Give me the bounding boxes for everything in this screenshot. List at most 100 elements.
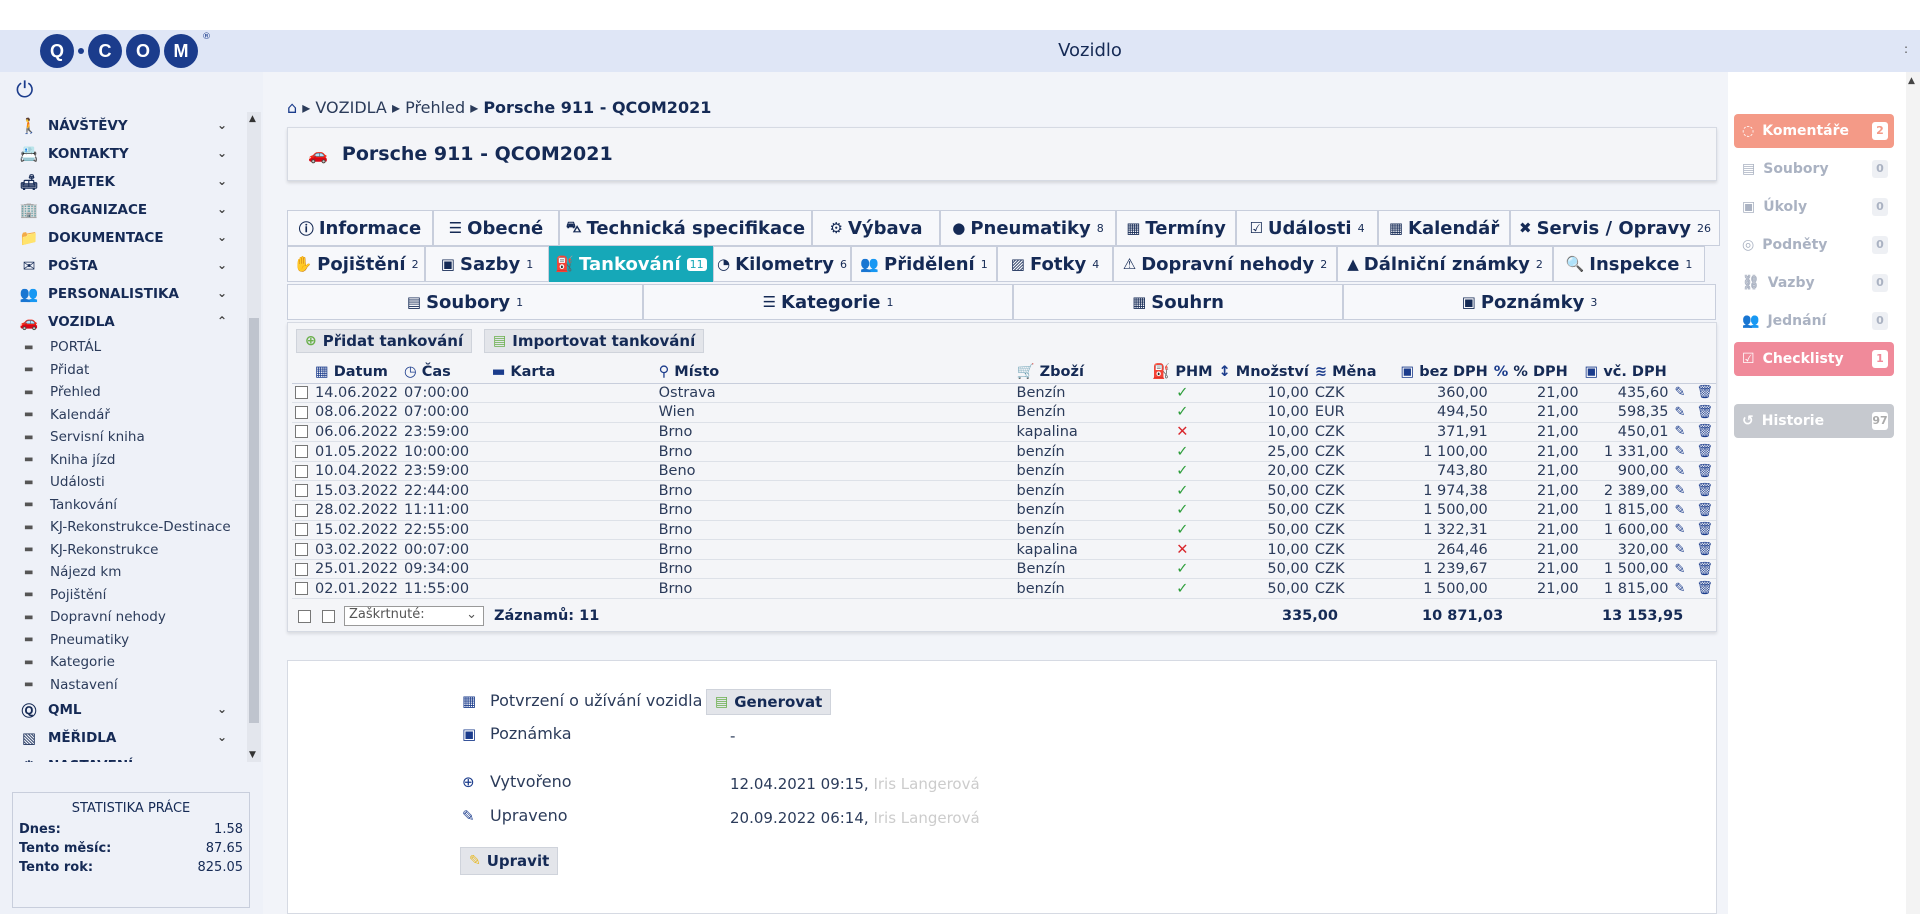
home-icon[interactable]: ⌂: [287, 98, 297, 117]
sidebar-subitem[interactable]: ▬ Servisní kniha: [0, 426, 247, 449]
table-row[interactable]: 03.02.2022 00:07:00 Brno kapalina ✕ 10,00 CZK 2…: [292, 539, 1716, 560]
row-checkbox[interactable]: [295, 464, 308, 478]
power-icon[interactable]: ⏻: [16, 78, 33, 103]
sidebar-item-personalistika[interactable]: 👥 PERSONALISTIKA ⌄: [0, 280, 247, 308]
table-row[interactable]: 10.04.2022 23:59:00 Beno benzín ✓ 20,00 CZK 743…: [292, 461, 1716, 482]
side-soubory-button[interactable]: ▤ Soubory 0: [1734, 152, 1894, 186]
row-checkbox-cell[interactable]: [292, 559, 312, 580]
tab-pneumatiky[interactable]: ● Pneumatiky 8: [940, 210, 1116, 246]
pencil-icon[interactable]: ✎: [1671, 500, 1694, 521]
qcom-logo[interactable]: Q C O M ®: [40, 30, 211, 72]
column-header[interactable]: ⚲ Místo: [655, 361, 1014, 384]
tab-události[interactable]: ☑ Události 4: [1236, 210, 1378, 246]
table-row[interactable]: 01.05.2022 10:00:00 Brno benzín ✓ 25,00 CZK 1 1…: [292, 441, 1716, 462]
sidebar-item-qml[interactable]: Ⓠ QML ⌄: [0, 696, 247, 724]
pencil-icon[interactable]: ✎: [1671, 422, 1694, 443]
sidebar-subitem[interactable]: ▬ KJ-Rekonstrukce: [0, 539, 247, 562]
scroll-down-icon[interactable]: ▼: [249, 750, 256, 760]
trash-icon[interactable]: 🗑: [1693, 539, 1716, 560]
tab-fotky[interactable]: ▨ Fotky 4: [997, 246, 1113, 282]
trash-icon[interactable]: 🗑: [1693, 500, 1716, 521]
breadcrumb-vozidla[interactable]: VOZIDLA: [315, 98, 386, 117]
row-checkbox[interactable]: [295, 386, 308, 400]
side-vazby-button[interactable]: ⛓ Vazby 0: [1734, 266, 1894, 300]
row-checkbox-cell[interactable]: [292, 422, 312, 443]
sidebar-subitem[interactable]: ▬ PORTÁL: [0, 336, 247, 359]
row-checkbox-cell[interactable]: [292, 578, 312, 600]
tab-obecné[interactable]: ☰ Obecné: [433, 210, 559, 246]
trash-icon[interactable]: 🗑: [1693, 520, 1716, 541]
generate-button[interactable]: ▤ Generovat: [706, 689, 832, 715]
pencil-icon[interactable]: ✎: [1671, 539, 1694, 560]
tab-poznámky[interactable]: ▣ Poznámky 3: [1343, 284, 1716, 320]
row-checkbox-cell[interactable]: [292, 461, 312, 482]
scroll-up-icon[interactable]: ▲: [1908, 76, 1915, 86]
tab-souhrn[interactable]: ▦ Souhrn: [1013, 284, 1343, 320]
row-checkbox-cell[interactable]: [292, 402, 312, 423]
updated-by[interactable]: Iris Langerová: [873, 809, 979, 827]
trash-icon[interactable]: 🗑: [1693, 461, 1716, 482]
row-checkbox-cell[interactable]: [292, 500, 312, 521]
row-checkbox[interactable]: [295, 523, 308, 537]
sidebar-item-dokumentace[interactable]: 📁 DOKUMENTACE ⌄: [0, 224, 247, 252]
sidebar-item-kontakty[interactable]: 📇 KONTAKTY ⌄: [0, 140, 247, 168]
column-header[interactable]: ▬ Karta: [488, 361, 656, 384]
row-checkbox[interactable]: [295, 503, 308, 517]
column-header[interactable]: ↕ Množství: [1215, 361, 1312, 384]
pencil-icon[interactable]: ✎: [1671, 480, 1694, 502]
pencil-icon[interactable]: ✎: [1671, 441, 1694, 462]
sidebar-subitem[interactable]: ▬ Události: [0, 471, 247, 494]
table-row[interactable]: 15.03.2022 22:44:00 Brno benzín ✓ 50,00 CZK 1 9…: [292, 480, 1716, 502]
add-refuel-button[interactable]: ⊕ Přidat tankování: [296, 329, 473, 353]
sidebar-subitem[interactable]: ▬ Nájezd km: [0, 561, 247, 584]
tab-servis-opravy[interactable]: ✖ Servis / Opravy 26: [1510, 210, 1720, 246]
tab-dálniční-známky[interactable]: ▲ Dálniční známky 2: [1337, 246, 1553, 282]
sidebar-item-nastavení[interactable]: ⚙ NASTAVENÍ ⌄: [0, 752, 247, 762]
tab-kategorie[interactable]: ☰ Kategorie 1: [643, 284, 1013, 320]
sidebar-subitem[interactable]: ▬ Tankování: [0, 494, 247, 517]
pencil-icon[interactable]: ✎: [1671, 559, 1694, 580]
edit-button[interactable]: ✎ Upravit: [460, 847, 559, 875]
row-checkbox-cell[interactable]: [292, 383, 312, 404]
sidebar-scrollbar[interactable]: ▲ ▼: [247, 112, 261, 762]
sidebar-subitem[interactable]: ▬ Nastavení: [0, 674, 247, 697]
column-header[interactable]: 🛒 Zboží: [1013, 361, 1150, 384]
trash-icon[interactable]: 🗑: [1693, 422, 1716, 443]
column-header[interactable]: ≋ Měna: [1311, 361, 1398, 384]
trash-icon[interactable]: 🗑: [1693, 383, 1716, 404]
table-row[interactable]: 25.01.2022 09:34:00 Brno Benzín ✓ 50,00 CZK 1 2…: [292, 559, 1716, 580]
column-header[interactable]: ▣ bez DPH: [1397, 361, 1491, 384]
table-row[interactable]: 28.02.2022 11:11:00 Brno benzín ✓ 50,00 CZK 1 5…: [292, 500, 1716, 521]
scrollbar-thumb[interactable]: [249, 318, 259, 723]
tab-termíny[interactable]: ▦ Termíny: [1116, 210, 1236, 246]
sidebar-item-návštěvy[interactable]: 🚶 NÁVŠTĚVY ⌄: [0, 112, 247, 140]
import-refuel-button[interactable]: ▤ Importovat tankování: [484, 329, 705, 353]
trash-icon[interactable]: 🗑: [1693, 578, 1716, 600]
sidebar-subitem[interactable]: ▬ Kalendář: [0, 404, 247, 427]
sidebar-subitem[interactable]: ▬ Pneumatiky: [0, 629, 247, 652]
column-header[interactable]: ⛽ PHM: [1149, 361, 1216, 384]
trash-icon[interactable]: 🗑: [1693, 559, 1716, 580]
created-by[interactable]: Iris Langerová: [873, 775, 979, 793]
sidebar-subitem[interactable]: ▬ Pojištění: [0, 584, 247, 607]
tab-informace[interactable]: ⓘ Informace: [287, 210, 433, 246]
row-checkbox[interactable]: [295, 445, 308, 459]
tab-soubory[interactable]: ▤ Soubory 1: [287, 284, 643, 320]
row-checkbox[interactable]: [295, 543, 308, 557]
header-menu-icon[interactable]: :: [1904, 42, 1908, 56]
row-checkbox-cell[interactable]: [292, 520, 312, 541]
sidebar-subitem[interactable]: ▬ Přidat: [0, 359, 247, 382]
sidebar-item-měřidla[interactable]: ▧ MĚŘIDLA ⌄: [0, 724, 247, 752]
sidebar-subitem[interactable]: ▬ Kategorie: [0, 651, 247, 674]
sidebar-subitem[interactable]: ▬ KJ-Rekonstrukce-Destinace: [0, 516, 247, 539]
pencil-icon[interactable]: ✎: [1671, 383, 1694, 404]
table-row[interactable]: 14.06.2022 07:00:00 Ostrava Benzín ✓ 10,00 CZK…: [292, 383, 1716, 404]
tab-inspekce[interactable]: 🔍 Inspekce 1: [1553, 246, 1705, 282]
column-header[interactable]: ▦ Datum: [311, 361, 401, 384]
tab-sazby[interactable]: ▣ Sazby 1: [425, 246, 549, 282]
breadcrumb-prehled[interactable]: Přehled: [405, 98, 465, 117]
pencil-icon[interactable]: ✎: [1671, 520, 1694, 541]
table-row[interactable]: 15.02.2022 22:55:00 Brno benzín ✓ 50,00 CZK 1 3…: [292, 520, 1716, 541]
tab-kilometry[interactable]: ◔ Kilometry 6: [713, 246, 851, 282]
bulk-action-select[interactable]: Zaškrtnuté: ⌄: [344, 606, 484, 626]
